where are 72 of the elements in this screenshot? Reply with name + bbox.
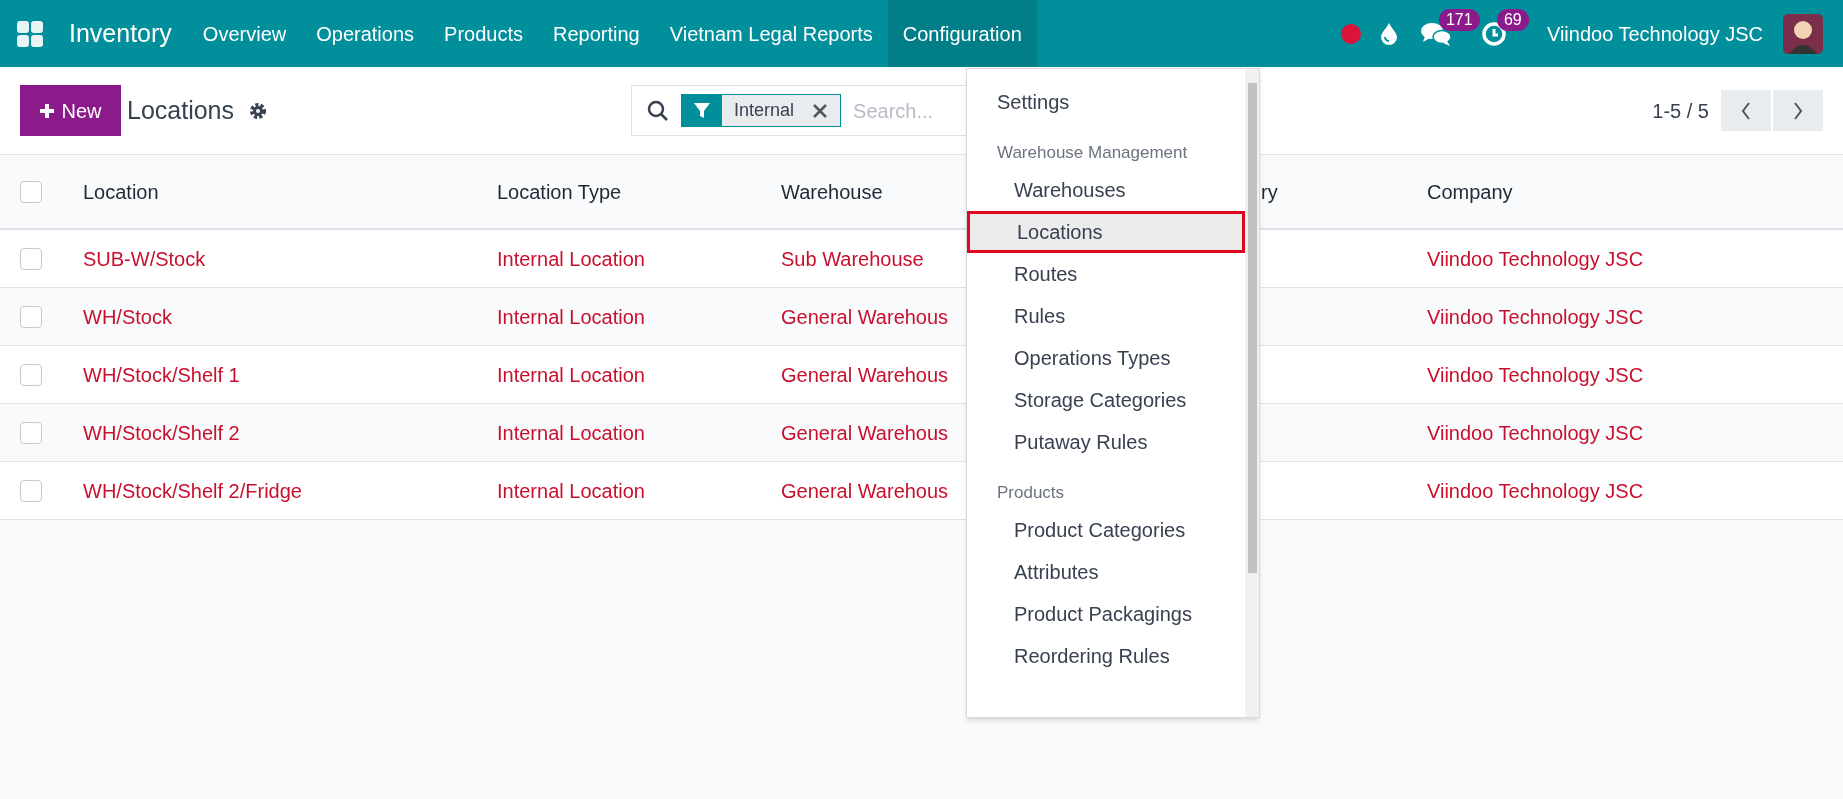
table-cell: Internal Location: [497, 363, 645, 386]
table-cell: WH/Stock/Shelf 2/Fridge: [83, 479, 302, 502]
scrollbar[interactable]: [1245, 69, 1259, 717]
previous-page-button[interactable]: [1721, 90, 1771, 131]
table-cell: SUB-W/Stock: [83, 247, 206, 270]
table-cell: General Warehous: [781, 305, 949, 328]
column-header[interactable]: Location Type: [497, 180, 622, 203]
filter-facet[interactable]: Internal: [681, 94, 842, 127]
row-checkbox[interactable]: [20, 247, 42, 270]
menu-section-header: Products: [996, 481, 1066, 504]
company-name[interactable]: Viindoo Technology JSC: [1546, 18, 1763, 49]
table-cell: WH/Stock: [83, 305, 172, 328]
pager-text: 1-5 / 5: [1652, 98, 1709, 124]
table-cell: Viindoo Technology JSC: [1427, 479, 1644, 502]
menu-item[interactable]: Rules: [967, 295, 1245, 337]
column-header[interactable]: Company: [1427, 180, 1513, 203]
table-cell: Internal Location: [497, 479, 645, 502]
next-page-button[interactable]: [1773, 90, 1823, 131]
menu-section-header: Warehouse Management: [996, 141, 1189, 164]
menu-tab[interactable]: Reporting: [538, 0, 655, 67]
status-dot-icon[interactable]: [1340, 23, 1361, 44]
drop-icon[interactable]: [1380, 22, 1397, 45]
table-cell: Internal Location: [497, 421, 645, 444]
plus-icon: [39, 102, 56, 119]
table-cell: General Warehous: [781, 363, 949, 386]
menu-item[interactable]: Product Categories: [967, 509, 1245, 551]
row-checkbox[interactable]: [20, 305, 42, 328]
menu-item[interactable]: Operations Types: [967, 337, 1245, 379]
clock-icon[interactable]: [1480, 20, 1507, 47]
column-header[interactable]: Warehouse: [781, 180, 883, 203]
menu-tab[interactable]: Overview: [187, 0, 302, 67]
apps-menu-icon[interactable]: [16, 19, 44, 48]
menu-item[interactable]: Warehouses: [967, 169, 1245, 211]
row-checkbox[interactable]: [20, 479, 42, 502]
table-cell: Viindoo Technology JSC: [1427, 305, 1644, 328]
table-cell: Internal Location: [497, 305, 645, 328]
avatar-icon[interactable]: [1783, 13, 1823, 54]
filter-icon: [694, 102, 711, 119]
menu-tab[interactable]: Operations: [301, 0, 430, 67]
menu-tab[interactable]: Vietnam Legal Reports: [654, 0, 888, 67]
table-cell: Viindoo Technology JSC: [1427, 247, 1644, 270]
row-checkbox[interactable]: [20, 421, 42, 444]
app-name[interactable]: Inventory: [69, 14, 172, 53]
menu-item[interactable]: Routes: [967, 253, 1245, 295]
page-title: Locations: [127, 94, 235, 126]
table-cell: Viindoo Technology JSC: [1427, 421, 1644, 444]
row-checkbox[interactable]: [20, 180, 42, 203]
table-cell: WH/Stock/Shelf 1: [83, 363, 240, 386]
activity-count-badge: 69: [1496, 8, 1529, 31]
gear-icon[interactable]: [248, 100, 269, 121]
menu-item[interactable]: Putaway Rules: [967, 421, 1245, 463]
menu-tab[interactable]: Configuration: [887, 0, 1037, 67]
menu-item[interactable]: Storage Categories: [967, 379, 1245, 421]
new-button[interactable]: New: [20, 85, 121, 136]
table-cell: General Warehous: [781, 421, 949, 444]
table-cell: Internal Location: [497, 247, 645, 270]
table-cell: Sub Warehouse: [781, 247, 924, 270]
facet-label: Internal: [734, 99, 795, 122]
search-icon[interactable]: [647, 99, 670, 122]
menu-item[interactable]: Locations: [967, 211, 1245, 253]
menu-item[interactable]: Attributes: [967, 551, 1245, 593]
table-cell: Viindoo Technology JSC: [1427, 363, 1644, 386]
column-header[interactable]: ry: [1261, 180, 1278, 203]
close-icon[interactable]: [812, 102, 829, 119]
menu-item[interactable]: Reordering Rules: [967, 635, 1245, 677]
menu-tab[interactable]: Products: [429, 0, 538, 67]
menu-item[interactable]: Product Packagings: [967, 593, 1245, 635]
message-count-badge: 171: [1438, 8, 1480, 31]
table-cell: WH/Stock/Shelf 2: [83, 421, 240, 444]
row-checkbox[interactable]: [20, 363, 42, 386]
column-header[interactable]: Location: [83, 180, 159, 203]
table-cell: General Warehous: [781, 479, 949, 502]
